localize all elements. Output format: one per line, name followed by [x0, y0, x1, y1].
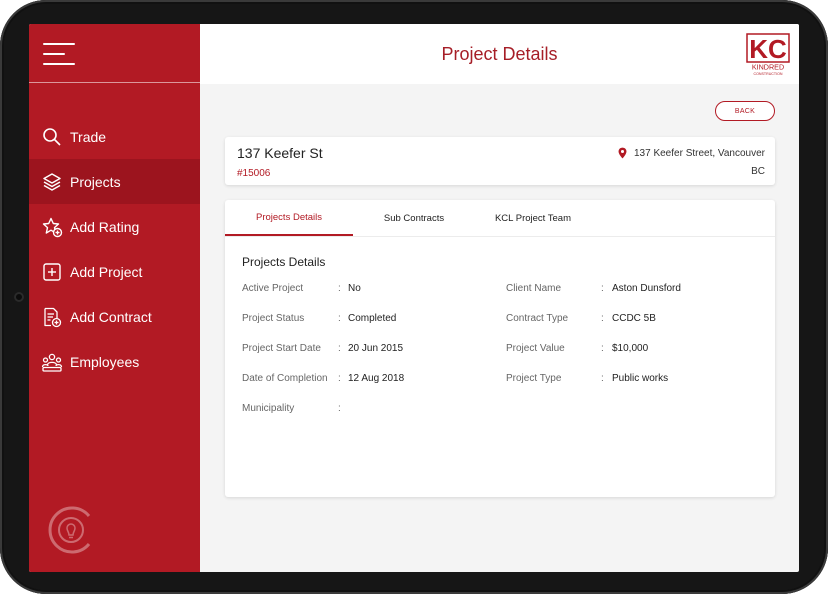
project-summary-card: 137 Keefer St #15006 137 Keefer Street, …: [225, 137, 775, 185]
sidebar: Trade Projects Add Rating Add Project Ad…: [29, 24, 200, 572]
tab-sub-contracts[interactable]: Sub Contracts: [353, 200, 475, 236]
detail-label: Contract Type: [506, 313, 569, 324]
sidebar-item-label: Add Rating: [70, 218, 140, 235]
people-icon: [41, 353, 63, 372]
detail-value: CCDC 5B: [612, 313, 656, 324]
sidebar-item-add-rating[interactable]: Add Rating: [29, 204, 200, 249]
sidebar-nav: Trade Projects Add Rating Add Project Ad…: [29, 114, 200, 384]
svg-text:KC: KC: [749, 34, 787, 64]
detail-value: Aston Dunsford: [612, 283, 681, 294]
sidebar-item-projects[interactable]: Projects: [29, 159, 200, 204]
detail-value: 12 Aug 2018: [348, 373, 405, 384]
detail-label: Project Type: [506, 373, 562, 384]
sidebar-item-label: Add Contract: [70, 308, 152, 325]
sidebar-item-label: Add Project: [70, 263, 143, 280]
detail-label: Project Start Date: [242, 343, 321, 354]
sidebar-item-label: Projects: [70, 173, 121, 190]
sidebar-item-employees[interactable]: Employees: [29, 339, 200, 384]
back-button[interactable]: BACK: [715, 101, 775, 121]
app-header: Project Details KC KINDRED CONSTRUCTION: [200, 24, 799, 84]
menu-icon[interactable]: [43, 43, 75, 65]
detail-value: Completed: [348, 313, 397, 324]
sidebar-divider: [29, 82, 200, 83]
address-line2: BC: [751, 166, 765, 177]
kindred-logo: KC KINDRED CONSTRUCTION: [746, 33, 790, 76]
page-title: Project Details: [441, 44, 558, 64]
project-details-card: Projects Details Sub Contracts KCL Proje…: [225, 200, 775, 497]
project-number: #15006: [237, 168, 271, 179]
detail-label: Date of Completion: [242, 373, 328, 384]
detail-label: Active Project: [242, 283, 304, 294]
detail-label: Project Value: [506, 343, 565, 354]
tab-projects-details[interactable]: Projects Details: [225, 200, 353, 236]
app-screen: Trade Projects Add Rating Add Project Ad…: [29, 24, 799, 572]
detail-value: No: [348, 283, 361, 294]
tablet-frame: Trade Projects Add Rating Add Project Ad…: [0, 0, 828, 594]
detail-value: 20 Jun 2015: [348, 343, 404, 354]
tab-kcl-project-team[interactable]: KCL Project Team: [475, 200, 591, 236]
detail-label: Client Name: [506, 283, 562, 294]
watermark-logo-icon: [48, 506, 91, 554]
camera-dot: [14, 292, 24, 302]
layers-icon: [43, 173, 61, 191]
svg-text:CONSTRUCTION: CONSTRUCTION: [754, 72, 783, 76]
sidebar-item-add-project[interactable]: Add Project: [29, 249, 200, 294]
section-title: Projects Details: [242, 255, 326, 269]
search-icon: [43, 128, 61, 146]
address-line1: 137 Keefer Street, Vancouver: [633, 147, 765, 159]
svg-text:KINDRED: KINDRED: [752, 63, 784, 72]
detail-label: Project Status: [242, 313, 305, 324]
add-square-icon: [43, 263, 61, 281]
sidebar-item-trade[interactable]: Trade: [29, 114, 200, 159]
detail-value: Public works: [612, 373, 669, 384]
detail-label: Municipality: [242, 403, 295, 414]
star-badge-icon: [42, 217, 63, 238]
project-name: 137 Keefer St: [237, 145, 323, 161]
detail-value: $10,000: [612, 343, 649, 354]
contract-add-icon: [44, 307, 62, 328]
location-pin-icon: [618, 147, 627, 159]
sidebar-item-add-contract[interactable]: Add Contract: [29, 294, 200, 339]
tab-bar: Projects Details Sub Contracts KCL Proje…: [225, 200, 775, 237]
sidebar-item-label: Employees: [70, 353, 140, 370]
project-address: 137 Keefer Street, Vancouver: [618, 147, 765, 159]
sidebar-item-label: Trade: [70, 128, 107, 145]
